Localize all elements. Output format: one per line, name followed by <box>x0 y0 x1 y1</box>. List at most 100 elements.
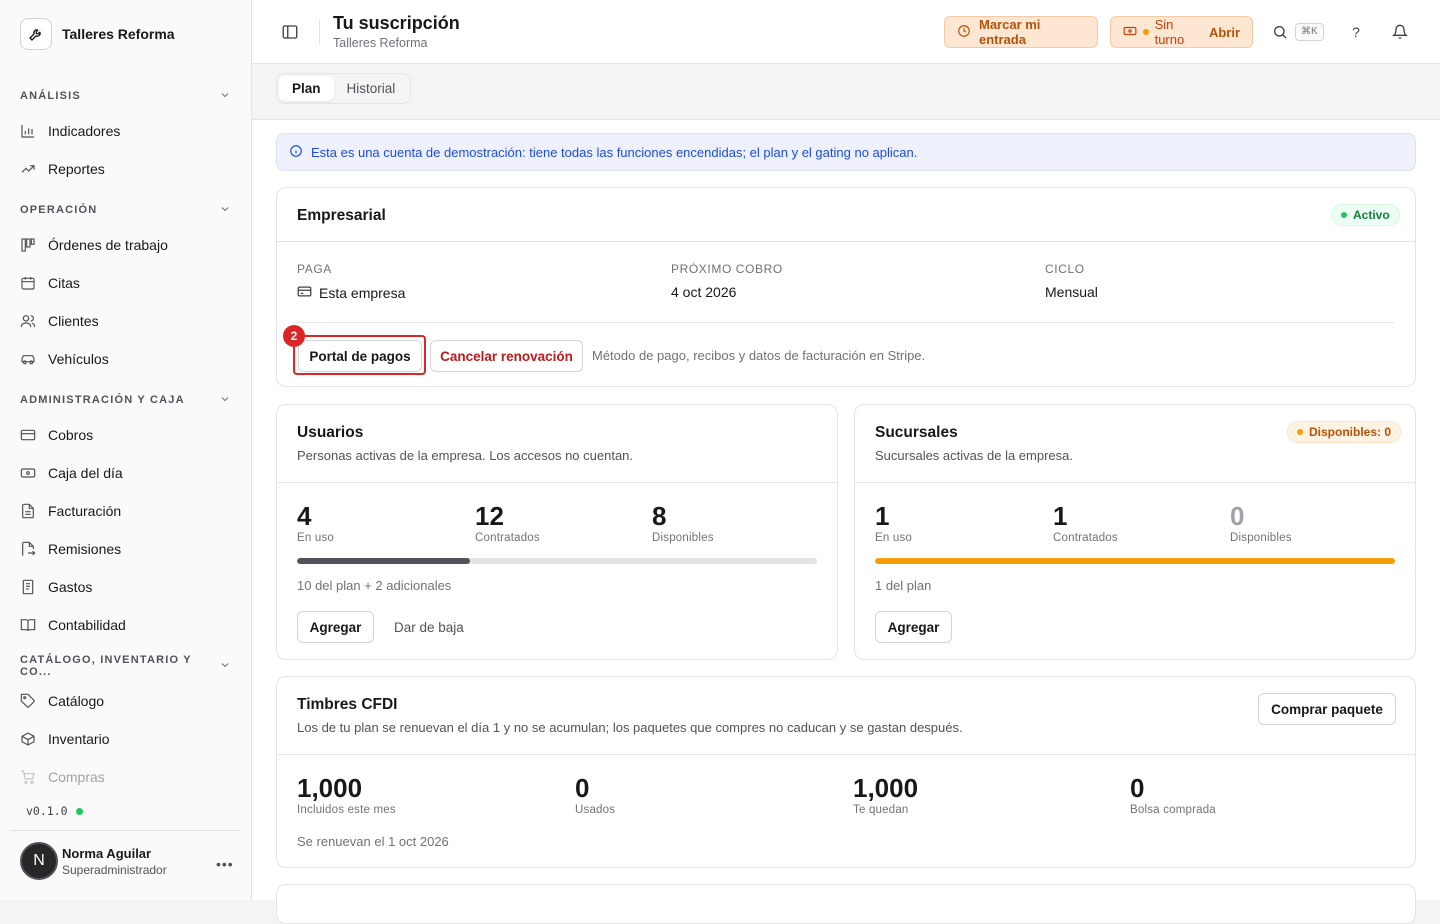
sidebar-item-ordenes[interactable]: Órdenes de trabajo <box>10 226 241 264</box>
plan-card: Empresarial Activo PAGA Esta empresa PRÓ… <box>276 187 1416 387</box>
cancel-renewal-button[interactable]: Cancelar renovación <box>430 340 583 372</box>
sidebar-item-label: Remisiones <box>48 541 122 557</box>
chevron-down-icon <box>219 659 231 674</box>
status-dot <box>75 807 83 815</box>
sidebar-item-label: Contabilidad <box>48 617 126 633</box>
users-available: 8 <box>652 501 667 531</box>
sidebar-item-caja[interactable]: Caja del día <box>10 454 241 492</box>
next-charge-value: 4 oct 2026 <box>671 284 737 300</box>
branches-desc: Sucursales activas de la empresa. <box>875 448 1073 463</box>
section-title: OPERACIÓN <box>20 204 98 216</box>
section-header-operacion[interactable]: OPERACIÓN <box>20 194 231 226</box>
cfdi-desc: Los de tu plan se renuevan el día 1 y no… <box>297 720 963 735</box>
section-title: CATÁLOGO, INVENTARIO Y CO... <box>20 654 192 678</box>
credit-card-icon <box>20 427 36 443</box>
divider <box>277 754 1415 755</box>
sidebar-item-label: Órdenes de trabajo <box>48 237 168 253</box>
clock-in-button[interactable]: Marcar mi entrada <box>944 16 1098 48</box>
banknote-icon <box>20 465 36 481</box>
shift-button[interactable]: Sin turno Abrir <box>1110 16 1253 48</box>
receipt-icon <box>20 579 36 595</box>
kanban-icon <box>20 237 36 253</box>
sidebar-item-facturacion[interactable]: Facturación <box>10 492 241 530</box>
nav-section-catalogo: CATÁLOGO, INVENTARIO Y CO... Catálogo In… <box>0 650 251 788</box>
search-icon[interactable] <box>1270 22 1290 42</box>
user-name: Norma Aguilar <box>62 845 152 861</box>
sidebar: Talleres Reforma ANÁLISIS Indicadores Re… <box>0 0 252 900</box>
divider <box>277 241 1415 242</box>
sidebar-item-label: Reportes <box>48 161 105 177</box>
version-text: v0.1.0 <box>26 804 68 818</box>
available-badge-text: Disponibles: 0 <box>1309 425 1392 439</box>
sidebar-item-remisiones[interactable]: Remisiones <box>10 530 241 568</box>
sidebar-item-compras[interactable]: Compras <box>10 758 241 788</box>
demo-alert: Esta es una cuenta de demostración: tien… <box>276 133 1416 171</box>
branches-in-use: 1 <box>875 501 890 531</box>
section-header-administracion[interactable]: ADMINISTRACIÓN Y CAJA <box>20 384 231 416</box>
sidebar-item-label: Cobros <box>48 427 94 443</box>
page-subtitle: Talleres Reforma <box>333 36 428 50</box>
sidebar-item-vehiculos[interactable]: Vehículos <box>10 340 241 378</box>
user-info: Norma Aguilar Superadministrador <box>62 846 167 877</box>
bar-chart-icon <box>20 123 36 139</box>
sidebar-toggle-icon[interactable] <box>280 22 300 42</box>
divider <box>319 20 320 44</box>
version-label: v0.1.0 <box>26 804 83 818</box>
sidebar-item-cobros[interactable]: Cobros <box>10 416 241 454</box>
nav-section-operacion: OPERACIÓN Órdenes de trabajo Citas Clien… <box>0 194 251 378</box>
topbar: Tu suscripción Talleres Reforma Marcar m… <box>252 0 1440 64</box>
section-header-analisis[interactable]: ANÁLISIS <box>20 80 231 112</box>
sidebar-item-inventario[interactable]: Inventario <box>10 720 241 758</box>
cfdi-included: 1,000 <box>297 773 363 803</box>
branches-usage-fill <box>875 558 1395 564</box>
cfdi-remaining: 1,000 <box>853 773 919 803</box>
portal-hint: Método de pago, recibos y datos de factu… <box>592 348 926 363</box>
nav-section-administracion: ADMINISTRACIÓN Y CAJA Cobros Caja del dí… <box>0 384 251 644</box>
cfdi-title: Timbres CFDI <box>297 696 398 713</box>
user-menu[interactable]: N Norma Aguilar Superadministrador <box>20 842 167 880</box>
plan-name: Empresarial <box>297 207 386 224</box>
remove-user-button[interactable]: Dar de baja <box>394 620 464 635</box>
sidebar-item-catalogo[interactable]: Catálogo <box>10 682 241 720</box>
payer-value: Esta empresa <box>297 284 405 302</box>
add-user-button[interactable]: Agregar <box>297 611 374 643</box>
cfdi-used-label: Usados <box>575 804 616 816</box>
sidebar-item-label: Indicadores <box>48 123 121 139</box>
users-in-use: 4 <box>297 501 312 531</box>
buy-package-button[interactable]: Comprar paquete <box>1258 693 1396 725</box>
status-dot <box>1341 212 1347 218</box>
sidebar-item-label: Clientes <box>48 313 99 329</box>
car-icon <box>20 351 36 367</box>
help-icon[interactable]: ? <box>1346 22 1366 42</box>
sidebar-item-gastos[interactable]: Gastos <box>10 568 241 606</box>
add-branch-button[interactable]: Agregar <box>875 611 952 643</box>
status-text: Activo <box>1353 208 1390 222</box>
sidebar-item-contabilidad[interactable]: Contabilidad <box>10 606 241 644</box>
sidebar-item-citas[interactable]: Citas <box>10 264 241 302</box>
cfdi-included-label: Incluidos este mes <box>297 804 396 816</box>
section-title: ADMINISTRACIÓN Y CAJA <box>20 394 185 406</box>
more-icon[interactable]: ••• <box>216 856 234 872</box>
trending-up-icon <box>20 161 36 177</box>
nav-section-analisis: ANÁLISIS Indicadores Reportes <box>0 80 251 188</box>
users-usage-bar <box>297 558 817 564</box>
clock-in-label: Marcar mi entrada <box>979 17 1041 47</box>
sidebar-item-indicadores[interactable]: Indicadores <box>10 112 241 150</box>
branches-available-label: Disponibles <box>1230 532 1292 544</box>
brand-name: Talleres Reforma <box>62 26 175 42</box>
users-contracted: 12 <box>475 501 504 531</box>
tab-plan[interactable]: Plan <box>279 76 334 101</box>
users-card: Usuarios Personas activas de la empresa.… <box>276 404 838 660</box>
tab-historial[interactable]: Historial <box>334 76 409 101</box>
calendar-icon <box>20 275 36 291</box>
branches-foot: 1 del plan <box>875 578 932 593</box>
branches-in-use-label: En uso <box>875 532 913 544</box>
section-title: ANÁLISIS <box>20 90 81 102</box>
section-header-catalogo[interactable]: CATÁLOGO, INVENTARIO Y CO... <box>20 650 231 682</box>
sidebar-item-reportes[interactable]: Reportes <box>10 150 241 188</box>
brand[interactable]: Talleres Reforma <box>20 18 175 50</box>
sidebar-item-clientes[interactable]: Clientes <box>10 302 241 340</box>
next-card <box>276 884 1416 924</box>
divider <box>10 830 241 831</box>
bell-icon[interactable] <box>1390 22 1410 42</box>
